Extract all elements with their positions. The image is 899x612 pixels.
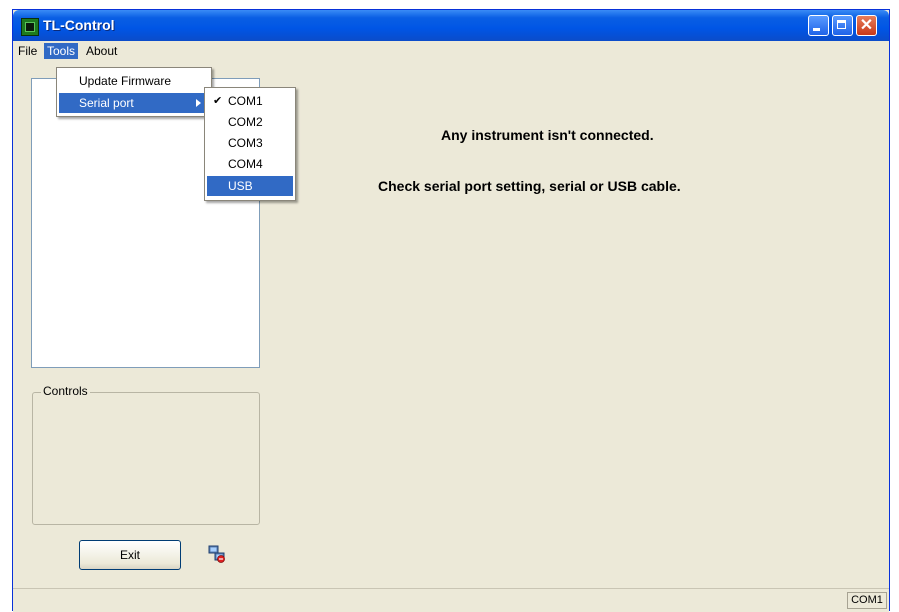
app-icon [21,18,39,36]
menu-serial-port[interactable]: Serial port [59,93,209,113]
port-option-usb[interactable]: USB [207,176,293,196]
port-option-com4[interactable]: COM4 [207,154,293,174]
serial-port-label: Serial port [79,96,134,110]
arrow-right-icon [196,99,201,107]
check-setting-message: Check serial port setting, serial or USB… [378,178,681,194]
not-connected-message: Any instrument isn't connected. [441,127,654,143]
port-option-com2[interactable]: COM2 [207,112,293,132]
menu-tools[interactable]: Tools [44,43,79,59]
serial-port-submenu: ✔ COM1 COM2 COM3 COM4 USB [204,87,296,201]
check-icon: ✔ [213,95,223,107]
window-title: TL-Control [43,17,115,33]
minimize-button[interactable] [808,15,829,36]
port-label: COM1 [228,94,263,108]
maximize-button[interactable] [832,15,853,36]
menu-bar: File Tools About [13,41,889,61]
menu-update-firmware[interactable]: Update Firmware [59,71,209,91]
menu-file[interactable]: File [15,43,40,59]
close-icon: ✕ [859,17,874,34]
status-port: COM1 [847,592,887,609]
controls-label: Controls [41,384,90,398]
title-bar[interactable]: TL-Control ✕ [13,10,889,41]
menu-about[interactable]: About [83,43,120,59]
port-option-com3[interactable]: COM3 [207,133,293,153]
controls-group: Controls [32,384,260,525]
status-bar: COM1 [13,588,889,612]
tools-menu: Update Firmware Serial port [56,67,212,117]
exit-button[interactable]: Exit [79,540,181,570]
close-button[interactable]: ✕ [856,15,877,36]
app-window: TL-Control ✕ File Tools About Controls E… [12,9,890,612]
port-option-com1[interactable]: ✔ COM1 [207,91,293,111]
network-icon [208,545,225,563]
